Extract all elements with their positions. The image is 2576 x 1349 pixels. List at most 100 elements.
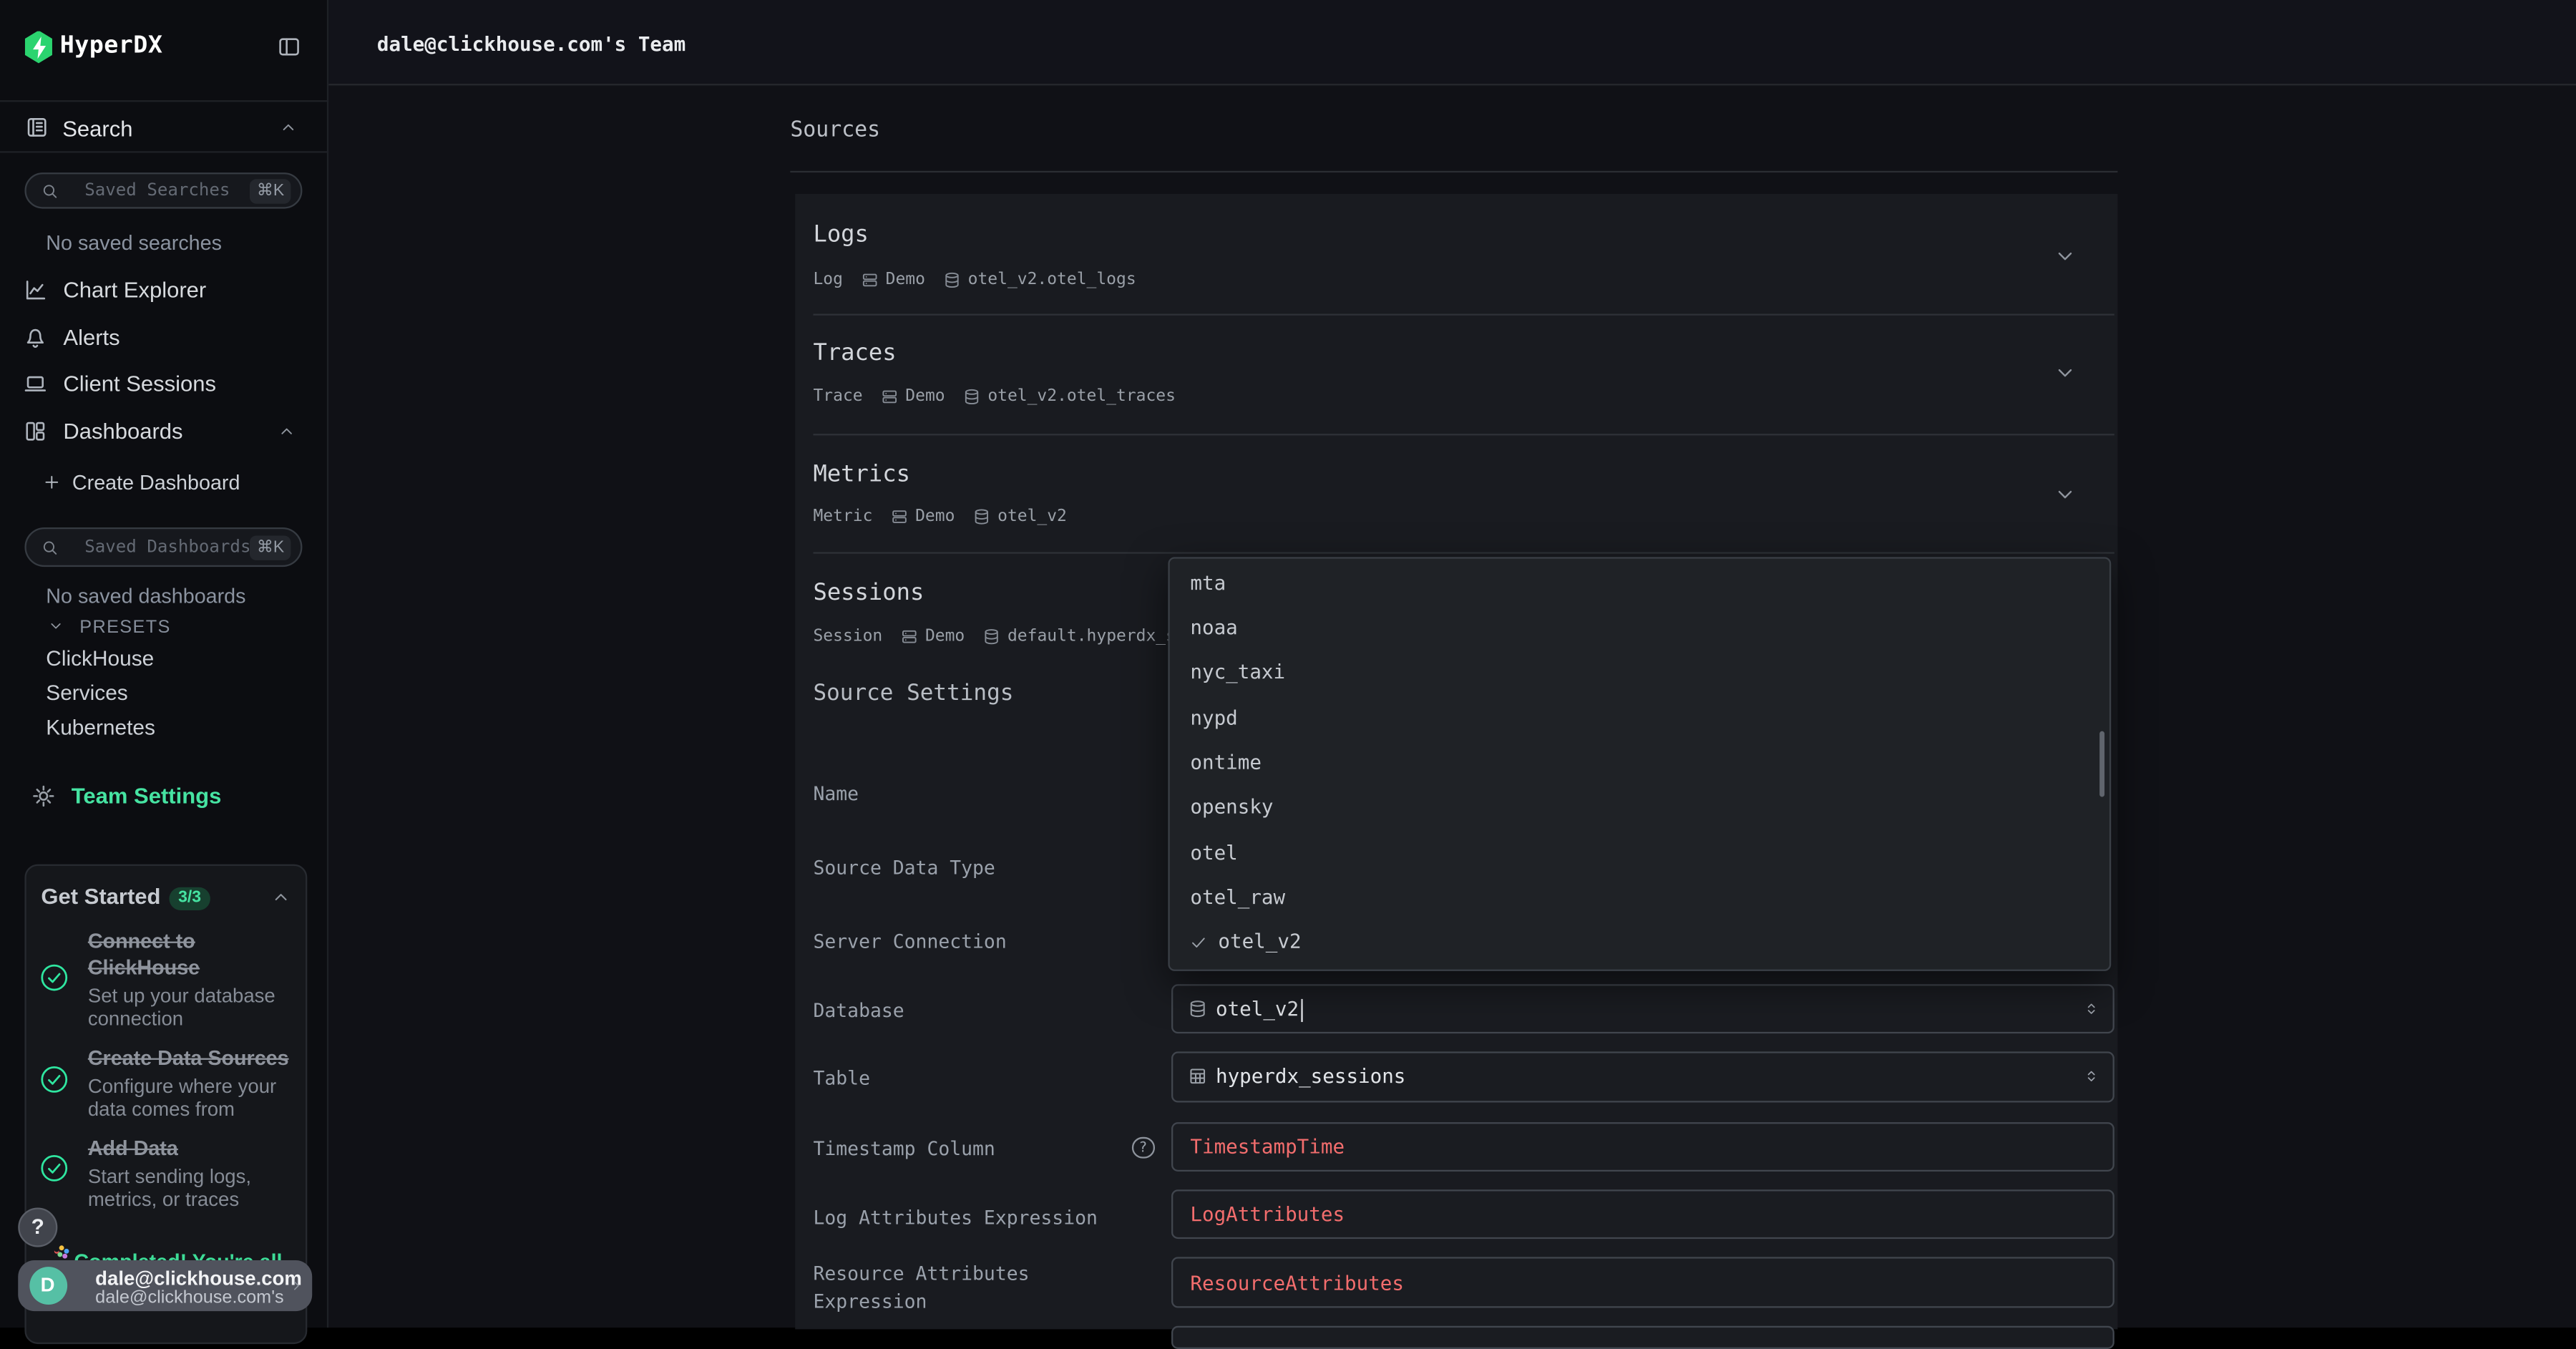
database-select[interactable]: otel_v2 [1171, 984, 2114, 1033]
name-label: Name [813, 781, 859, 804]
source-row-logs-title: Logs [813, 221, 868, 248]
updown-icon [2082, 1066, 2099, 1088]
get-started-item[interactable]: Add Data Start sending logs, metrics, or… [88, 1135, 315, 1209]
search-section-icon [24, 115, 49, 140]
dropdown-option-selected[interactable]: otel_v2 [1171, 920, 2091, 965]
gear-icon [31, 784, 56, 808]
user-menu[interactable]: D dale@clickhouse.com dale@clickhouse.co… [18, 1260, 312, 1310]
create-dashboard-button[interactable]: Create Dashboard [42, 468, 240, 497]
check-circle-icon [39, 1065, 69, 1094]
table-label: Table [813, 1066, 869, 1089]
next-field-partial[interactable] [1171, 1326, 2114, 1349]
client-sessions-icon [23, 371, 47, 396]
help-icon[interactable]: ? [1132, 1136, 1154, 1159]
log-attributes-label: Log Attributes Expression [813, 1205, 1097, 1228]
get-started-title: Get Started [41, 883, 160, 907]
app-root: HyperDX Search ⌘K No saved searches Char… [0, 0, 2576, 1328]
page-title: dale@clickhouse.com's Team [377, 32, 686, 55]
dropdown-option[interactable]: opensky [1171, 786, 2091, 831]
source-data-type-label: Source Data Type [813, 856, 995, 879]
completed-note-clipped: Completed! You're all [54, 1244, 304, 1260]
no-saved-dashboards-text: No saved dashboards [46, 585, 245, 608]
server-icon [891, 507, 909, 525]
user-name: dale@clickhouse.com [95, 1266, 302, 1289]
saved-searches-searchbox[interactable]: ⌘K [24, 172, 302, 209]
no-saved-searches-text: No saved searches [46, 231, 222, 254]
divider [813, 313, 2114, 314]
search-icon [40, 538, 58, 556]
dropdown-option[interactable]: noaa [1171, 606, 2091, 651]
database-icon [943, 271, 961, 288]
kbd-shortcut: ⌘K [250, 179, 291, 203]
dropdown-option[interactable]: otel [1171, 831, 2091, 876]
log-attributes-field[interactable]: LogAttributes [1171, 1189, 2114, 1239]
chevron-up-icon[interactable] [270, 887, 291, 907]
sidebar: HyperDX Search ⌘K No saved searches Char… [0, 0, 328, 1328]
get-started-item[interactable]: Create Data Sources Configure where your… [88, 1045, 315, 1119]
sidebar-item-services[interactable]: Services [46, 679, 292, 712]
sidebar-item-kubernetes[interactable]: Kubernetes [46, 714, 292, 747]
check-circle-icon [39, 1154, 69, 1183]
get-started-badge: 3/3 [168, 887, 210, 910]
server-connection-label: Server Connection [813, 930, 1006, 953]
chart-explorer-icon [23, 278, 47, 302]
dropdown-scrollbar[interactable] [2099, 731, 2104, 797]
divider [790, 170, 2117, 172]
saved-dashboards-searchbox[interactable]: ⌘K [24, 527, 302, 566]
source-row-sessions-title: Sessions [813, 579, 924, 605]
dropdown-option[interactable]: nyc_taxi [1171, 651, 2091, 696]
page-header: dale@clickhouse.com's Team [328, 0, 2576, 84]
chevron-right-icon [289, 1277, 304, 1292]
presets-toggle[interactable]: PRESETS [48, 610, 171, 640]
source-row-traces-meta: Trace Demo otel_v2.otel_traces [813, 387, 1175, 407]
timestamp-column-label: Timestamp Column [813, 1137, 995, 1160]
resource-attributes-field[interactable]: ResourceAttributes [1171, 1257, 2114, 1308]
chevron-up-icon[interactable] [279, 118, 297, 136]
server-icon [881, 388, 899, 406]
collapse-sidebar-icon[interactable] [276, 34, 303, 59]
dropdown-option[interactable]: ontime [1171, 741, 2091, 786]
sidebar-item-team-settings[interactable]: Team Settings [31, 782, 222, 815]
saved-dashboards-input[interactable] [84, 528, 265, 565]
search-section-label: Search [62, 116, 132, 140]
table-select[interactable]: hyperdx_sessions [1171, 1051, 2114, 1101]
dropdown-option[interactable]: otel_raw [1171, 875, 2091, 920]
source-row-metrics-meta: Metric Demo otel_v2 [813, 507, 1066, 527]
database-icon [1188, 998, 1208, 1018]
server-icon [901, 627, 919, 645]
source-settings-title: Source Settings [813, 681, 1013, 707]
chevron-down-icon[interactable] [2054, 361, 2077, 384]
divider [813, 552, 2114, 553]
plus-icon [42, 473, 60, 491]
source-row-logs-meta: Log Demo otel_v2.otel_logs [813, 270, 1136, 290]
saved-searches-input[interactable] [84, 173, 265, 207]
chevron-down-icon [48, 617, 64, 633]
sidebar-item-client-sessions[interactable]: Client Sessions [0, 361, 328, 406]
sidebar-item-clickhouse[interactable]: ClickHouse [46, 645, 292, 678]
chevron-down-icon[interactable] [2054, 482, 2077, 505]
dropdown-option[interactable]: nypd [1171, 696, 2091, 741]
sidebar-item-chart-explorer[interactable]: Chart Explorer [0, 267, 328, 313]
user-subtitle: dale@clickhouse.com's [95, 1288, 283, 1308]
help-button[interactable]: ? [18, 1207, 57, 1246]
timestamp-column-field[interactable]: TimestampTime [1171, 1121, 2114, 1171]
server-icon [861, 271, 879, 288]
sidebar-item-alerts[interactable]: Alerts [0, 315, 328, 361]
chevron-down-icon[interactable] [2054, 244, 2077, 267]
avatar: D [29, 1266, 67, 1304]
get-started-item[interactable]: Connect to ClickHouse Set up your databa… [88, 927, 315, 1029]
hyperdx-logo-icon [24, 30, 53, 63]
chevron-up-icon[interactable] [278, 422, 296, 439]
database-dropdown: mta noaa nyc_taxi nypd ontime opensky ot… [1167, 556, 2111, 970]
alerts-icon [23, 326, 47, 350]
resource-attributes-label: Resource Attributes Expression [813, 1260, 1084, 1315]
check-circle-icon [39, 963, 69, 992]
sources-title: Sources [790, 118, 880, 142]
search-section-header[interactable]: Search [0, 100, 328, 152]
brand-title: HyperDX [60, 33, 163, 59]
dropdown-option[interactable]: mta [1171, 561, 2091, 606]
sidebar-item-dashboards[interactable]: Dashboards [0, 409, 328, 454]
dashboards-icon [23, 419, 47, 443]
database-icon [973, 507, 991, 525]
updown-icon [2082, 998, 2099, 1019]
